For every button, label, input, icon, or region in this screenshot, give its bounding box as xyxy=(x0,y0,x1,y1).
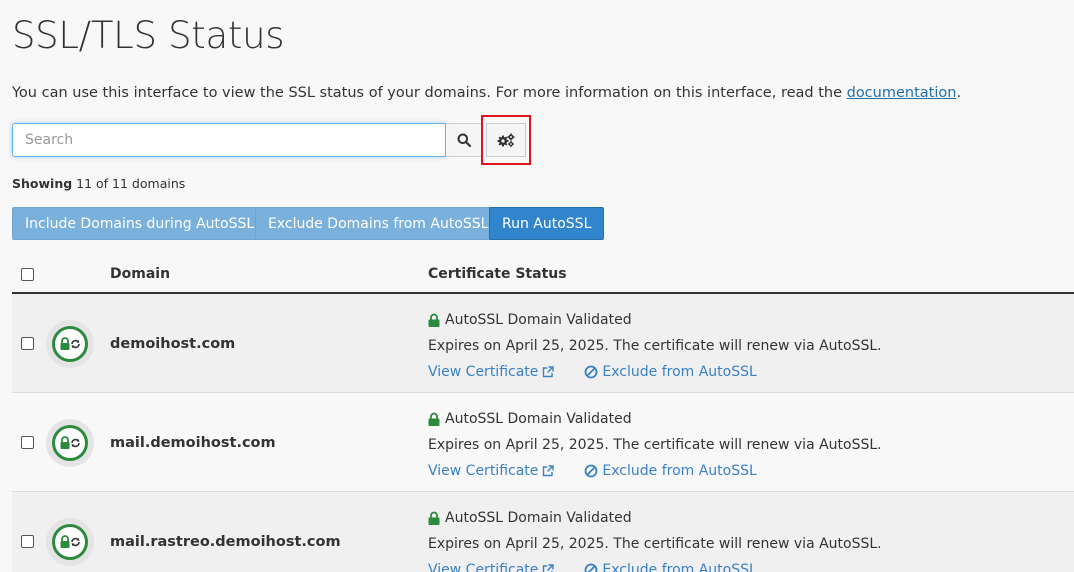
documentation-link[interactable]: documentation xyxy=(847,85,957,101)
certificate-status: AutoSSL Domain Validated Expires on Apri… xyxy=(428,307,882,385)
view-certificate-label: View Certificate xyxy=(428,364,539,380)
exclude-domains-button[interactable]: Exclude Domains from AutoSSL xyxy=(255,207,502,240)
expiry-text: Expires on April 25, 2025. The certifica… xyxy=(428,338,882,354)
view-certificate-label: View Certificate xyxy=(428,463,539,479)
lock-icon xyxy=(428,511,440,525)
status-indicator xyxy=(46,419,94,467)
domain-name: mail.rastreo.demoihost.com xyxy=(110,534,341,550)
intro-end: . xyxy=(956,85,962,101)
exclude-autossl-link[interactable]: Exclude from AutoSSL xyxy=(584,562,757,572)
certificate-status: AutoSSL Domain Validated Expires on Apri… xyxy=(428,505,882,572)
view-certificate-link[interactable]: View Certificate xyxy=(428,364,555,380)
table-row: mail.demoihost.com AutoSSL Domain Valida… xyxy=(12,393,1074,492)
showing-value: 11 of 11 domains xyxy=(76,176,186,191)
external-link-icon xyxy=(543,366,555,378)
external-link-icon xyxy=(543,465,555,477)
header-domain: Domain xyxy=(110,266,171,282)
ban-icon xyxy=(585,464,598,478)
intro-body: You can use this interface to view the S… xyxy=(12,85,847,101)
status-text: AutoSSL Domain Validated xyxy=(445,411,632,427)
header-certificate-status: Certificate Status xyxy=(428,266,567,282)
showing-label: Showing xyxy=(12,176,73,191)
gears-icon xyxy=(497,133,515,147)
row-checkbox[interactable] xyxy=(21,436,34,449)
status-indicator xyxy=(46,320,94,368)
lock-renew-icon xyxy=(60,436,80,449)
intro-text: You can use this interface to view the S… xyxy=(12,85,961,101)
status-text: AutoSSL Domain Validated xyxy=(445,312,632,328)
status-indicator xyxy=(46,518,94,566)
exclude-autossl-label: Exclude from AutoSSL xyxy=(602,364,757,380)
exclude-autossl-label: Exclude from AutoSSL xyxy=(602,562,757,572)
table-row: demoihost.com AutoSSL Domain Validated E… xyxy=(12,294,1074,393)
domain-name: mail.demoihost.com xyxy=(110,435,276,451)
exclude-autossl-link[interactable]: Exclude from AutoSSL xyxy=(584,364,757,380)
exclude-autossl-label: Exclude from AutoSSL xyxy=(602,463,757,479)
ban-icon xyxy=(585,365,598,379)
search-icon xyxy=(457,133,471,147)
lock-renew-icon xyxy=(60,337,80,350)
view-certificate-link[interactable]: View Certificate xyxy=(428,562,555,572)
lock-renew-icon xyxy=(60,535,80,548)
domains-table: Domain Certificate Status demoihost.com … xyxy=(12,256,1074,572)
status-text: AutoSSL Domain Validated xyxy=(445,510,632,526)
table-row: mail.rastreo.demoihost.com AutoSSL Domai… xyxy=(12,492,1074,572)
settings-button[interactable] xyxy=(486,123,526,157)
search-input[interactable] xyxy=(12,123,446,157)
exclude-autossl-link[interactable]: Exclude from AutoSSL xyxy=(584,463,757,479)
domain-name: demoihost.com xyxy=(110,336,236,352)
include-domains-button[interactable]: Include Domains during AutoSSL xyxy=(12,207,268,240)
lock-icon xyxy=(428,313,440,327)
ban-icon xyxy=(585,563,598,572)
external-link-icon xyxy=(543,564,555,572)
table-header: Domain Certificate Status xyxy=(12,256,1074,294)
search-button[interactable] xyxy=(446,123,482,157)
select-all-checkbox[interactable] xyxy=(21,268,34,281)
row-checkbox[interactable] xyxy=(21,337,34,350)
showing-count: Showing 11 of 11 domains xyxy=(12,176,185,191)
lock-icon xyxy=(428,412,440,426)
page-title: SSL/TLS Status xyxy=(12,14,285,57)
expiry-text: Expires on April 25, 2025. The certifica… xyxy=(428,536,882,552)
expiry-text: Expires on April 25, 2025. The certifica… xyxy=(428,437,882,453)
view-certificate-link[interactable]: View Certificate xyxy=(428,463,555,479)
run-autossl-button[interactable]: Run AutoSSL xyxy=(489,207,605,240)
view-certificate-label: View Certificate xyxy=(428,562,539,572)
certificate-status: AutoSSL Domain Validated Expires on Apri… xyxy=(428,406,882,484)
row-checkbox[interactable] xyxy=(21,535,34,548)
